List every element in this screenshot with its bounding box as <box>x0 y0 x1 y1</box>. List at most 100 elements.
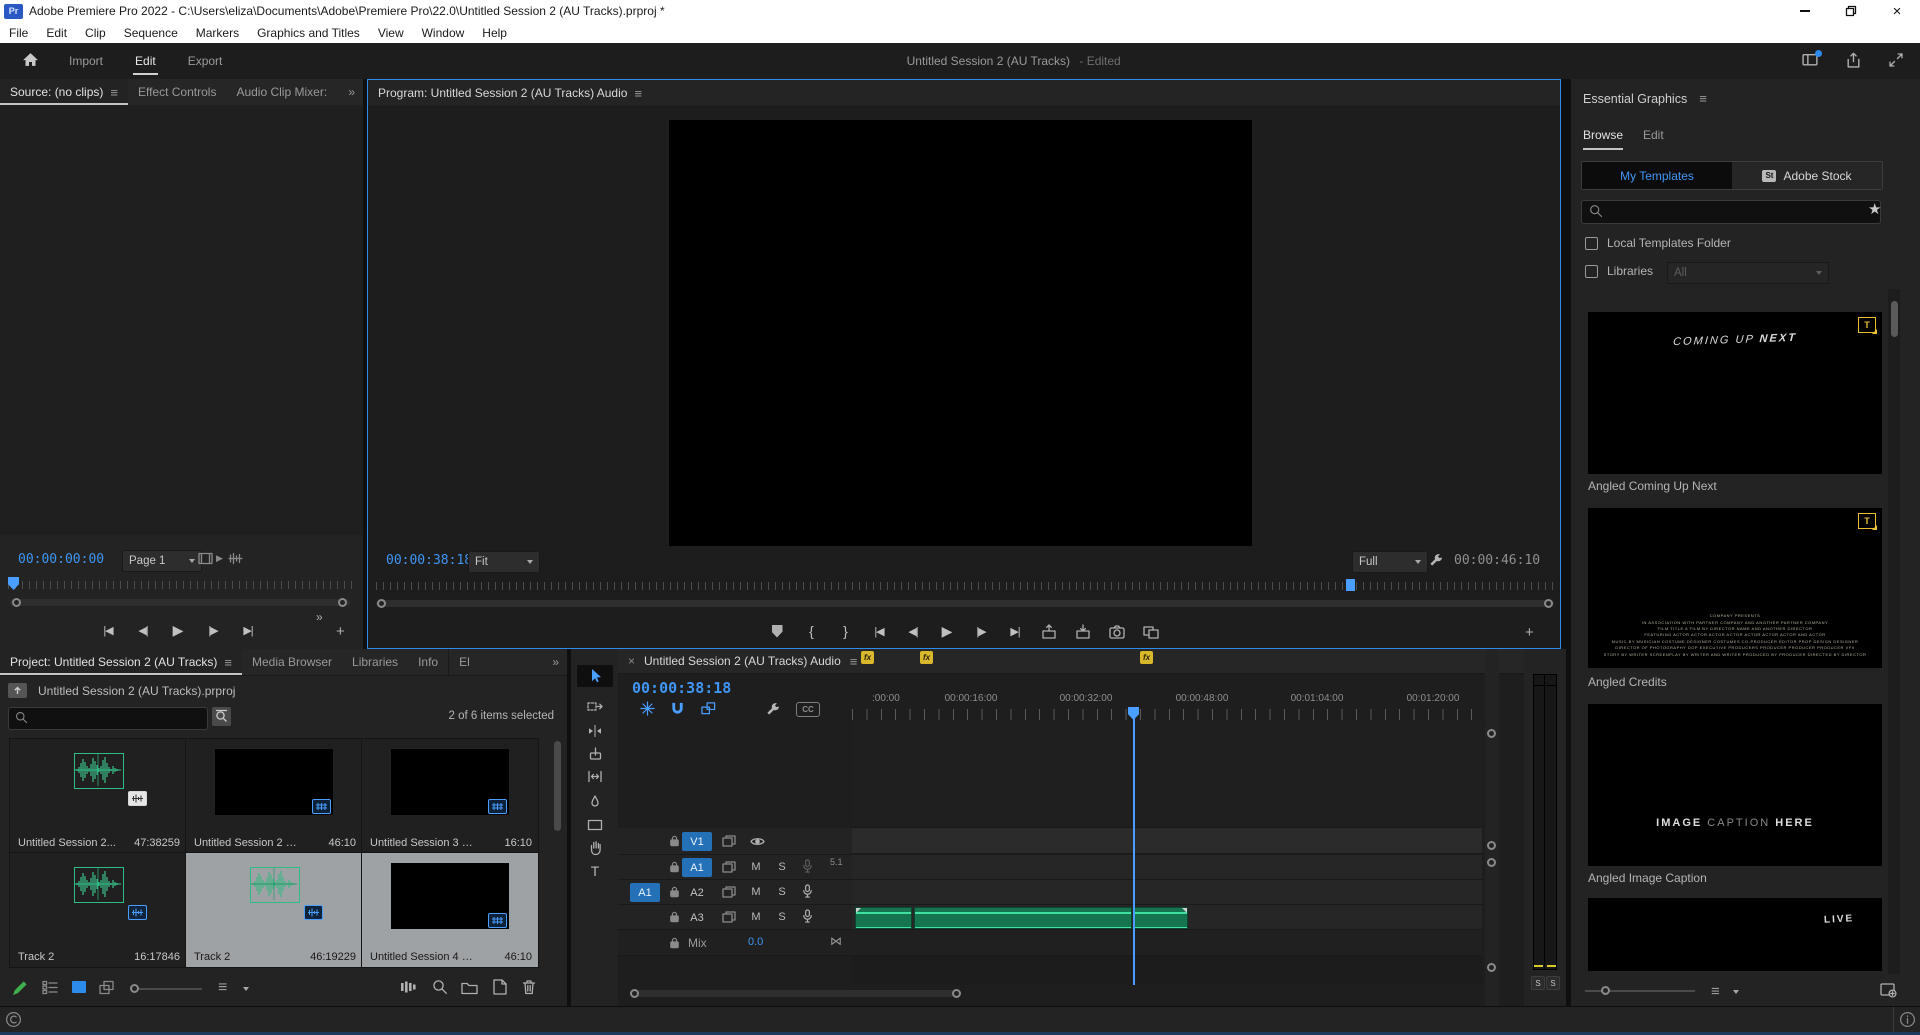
eg-new-layer-button[interactable] <box>1879 981 1897 1001</box>
tab-source[interactable]: Source: (no clips) ≡ <box>0 79 128 105</box>
tab-edit[interactable]: Edit <box>119 43 172 79</box>
tab-audio-clip-mixer[interactable]: Audio Clip Mixer: <box>226 79 337 105</box>
menu-help[interactable]: Help <box>473 22 516 43</box>
project-item-sequence-3-selected[interactable]: Untitled Session 4 (AU...46:10 <box>362 853 538 967</box>
project-writable-button[interactable] <box>12 979 29 999</box>
play-button[interactable]: ▶ <box>165 619 191 641</box>
timeline-playhead-line[interactable] <box>1133 709 1135 985</box>
new-item-button[interactable] <box>491 979 507 998</box>
lane-a2[interactable] <box>852 880 1482 905</box>
lane-v1[interactable] <box>852 828 1482 854</box>
source-scroll-knob-right[interactable] <box>338 598 347 607</box>
breadcrumb[interactable]: Untitled Session 2 (AU Tracks).prproj <box>38 684 235 698</box>
template-label[interactable]: Angled Coming Up Next <box>1588 479 1717 493</box>
program-scroll-knob-right[interactable] <box>1544 599 1553 608</box>
track-select-tool[interactable] <box>577 695 613 717</box>
source-add-button[interactable]: + <box>336 623 345 640</box>
libraries-checkbox[interactable] <box>1585 265 1598 278</box>
ripple-edit-tool[interactable] <box>577 720 613 742</box>
menu-sequence[interactable]: Sequence <box>115 22 187 43</box>
eg-zoom-knob[interactable] <box>1601 986 1610 995</box>
mute-button[interactable]: M <box>748 909 764 925</box>
close-icon[interactable]: × <box>628 654 635 668</box>
snap-button[interactable] <box>670 701 685 719</box>
goto-out-button[interactable]: ▶| <box>1002 620 1028 642</box>
project-item-audio-1[interactable]: Untitled Session 2...47:38259 <box>10 739 186 853</box>
more-tabs-button[interactable]: » <box>544 649 567 675</box>
template-coming-up-next[interactable]: COMING UP NEXT T <box>1588 312 1882 474</box>
program-fit-select[interactable]: Fit <box>468 551 540 573</box>
lock-icon[interactable] <box>668 834 681 850</box>
more-tabs-button[interactable]: » <box>340 79 363 105</box>
new-bin-button[interactable] <box>461 980 478 998</box>
panel-menu-icon[interactable]: ≡ <box>110 85 118 100</box>
creative-cloud-icon[interactable] <box>5 1011 22 1031</box>
eg-scrollbar-thumb[interactable] <box>1891 301 1898 337</box>
mute-button[interactable]: M <box>748 884 764 900</box>
panel-menu-icon[interactable]: ≡ <box>850 654 858 669</box>
source-ruler[interactable] <box>8 581 355 589</box>
chevron-down-icon[interactable] <box>243 987 249 991</box>
program-quality-select[interactable]: Full <box>1352 551 1428 573</box>
track-resize-handle[interactable] <box>1487 963 1496 972</box>
comparison-view-button[interactable] <box>1138 620 1164 642</box>
menu-view[interactable]: View <box>369 22 413 43</box>
quick-export-workspaces-button[interactable] <box>1802 52 1819 70</box>
automate-sequence-button[interactable] <box>400 980 417 997</box>
play-button[interactable]: ▶ <box>934 620 960 642</box>
program-video-frame[interactable] <box>669 120 1252 546</box>
source-more-buttons[interactable]: » <box>316 610 323 624</box>
audio-meter[interactable] <box>1533 674 1557 970</box>
timeline-zoom-scrollbar[interactable] <box>633 990 955 997</box>
tab-project[interactable]: Project: Untitled Session 2 (AU Tracks) … <box>0 649 242 675</box>
local-templates-checkbox[interactable] <box>1585 237 1598 250</box>
maximize-button[interactable] <box>1828 0 1874 22</box>
program-add-button[interactable]: + <box>1525 624 1534 641</box>
project-scrollbar-thumb[interactable] <box>554 741 561 831</box>
delete-button[interactable] <box>521 979 537 998</box>
source-scroll-knob-left[interactable] <box>12 598 21 607</box>
lift-button[interactable] <box>1036 620 1062 642</box>
project-search-input[interactable] <box>8 707 208 730</box>
panel-menu-icon[interactable]: ≡ <box>634 86 642 101</box>
lock-icon[interactable] <box>668 936 681 952</box>
step-back-button[interactable]: ◀| <box>900 620 926 642</box>
lock-icon[interactable] <box>668 860 681 876</box>
tab-libraries[interactable]: Libraries <box>342 649 408 675</box>
sync-lock-icon[interactable] <box>722 911 736 926</box>
timeline-settings-button[interactable] <box>765 701 781 720</box>
menu-window[interactable]: Window <box>413 22 474 43</box>
source-timecode[interactable]: 00:00:00:00 <box>18 552 104 567</box>
libraries-select[interactable]: All <box>1667 262 1829 284</box>
track-a1-button[interactable]: A1 <box>682 858 712 877</box>
project-item-sequence-1[interactable]: Untitled Session 2 (AU...46:10 <box>186 739 362 853</box>
find-button[interactable] <box>432 979 448 998</box>
goto-in-button[interactable]: |◀ <box>95 619 121 641</box>
export-frame-button[interactable] <box>1104 620 1130 642</box>
solo-button[interactable]: S <box>774 884 790 900</box>
track-resize-handle[interactable] <box>1487 858 1496 867</box>
solo-button[interactable]: S <box>774 859 790 875</box>
menu-markers[interactable]: Markers <box>187 22 248 43</box>
selection-tool[interactable] <box>577 665 613 687</box>
rectangle-tool[interactable] <box>577 814 613 836</box>
template-live[interactable]: LIVE <box>1588 898 1882 971</box>
track-resize-handle[interactable] <box>1487 729 1496 738</box>
mark-in-button[interactable]: { <box>798 620 824 642</box>
program-settings-button[interactable] <box>1428 552 1444 571</box>
project-item-audio-3-selected[interactable]: Track 246:19229 <box>186 853 362 967</box>
template-angled-credits[interactable]: COMPANY PRESENTS IN ASSOCIATION WITH PAR… <box>1588 508 1882 668</box>
project-item-sequence-2[interactable]: Untitled Session 3 (AU...16:10 <box>362 739 538 853</box>
pen-tool[interactable] <box>577 792 613 814</box>
template-label[interactable]: Angled Image Caption <box>1588 871 1707 885</box>
tab-media-browser[interactable]: Media Browser <box>242 649 342 675</box>
bin-up-button[interactable] <box>8 683 27 701</box>
audio-clip-1[interactable] <box>855 907 912 929</box>
sync-lock-icon[interactable] <box>722 886 736 901</box>
sort-button[interactable]: ≡ <box>218 979 227 997</box>
drag-video-button[interactable] <box>198 552 213 568</box>
eg-scrollbar-rail[interactable] <box>1888 289 1900 974</box>
template-label[interactable]: Angled Credits <box>1588 675 1667 689</box>
tab-export[interactable]: Export <box>172 43 239 79</box>
step-forward-button[interactable]: |▶ <box>968 620 994 642</box>
